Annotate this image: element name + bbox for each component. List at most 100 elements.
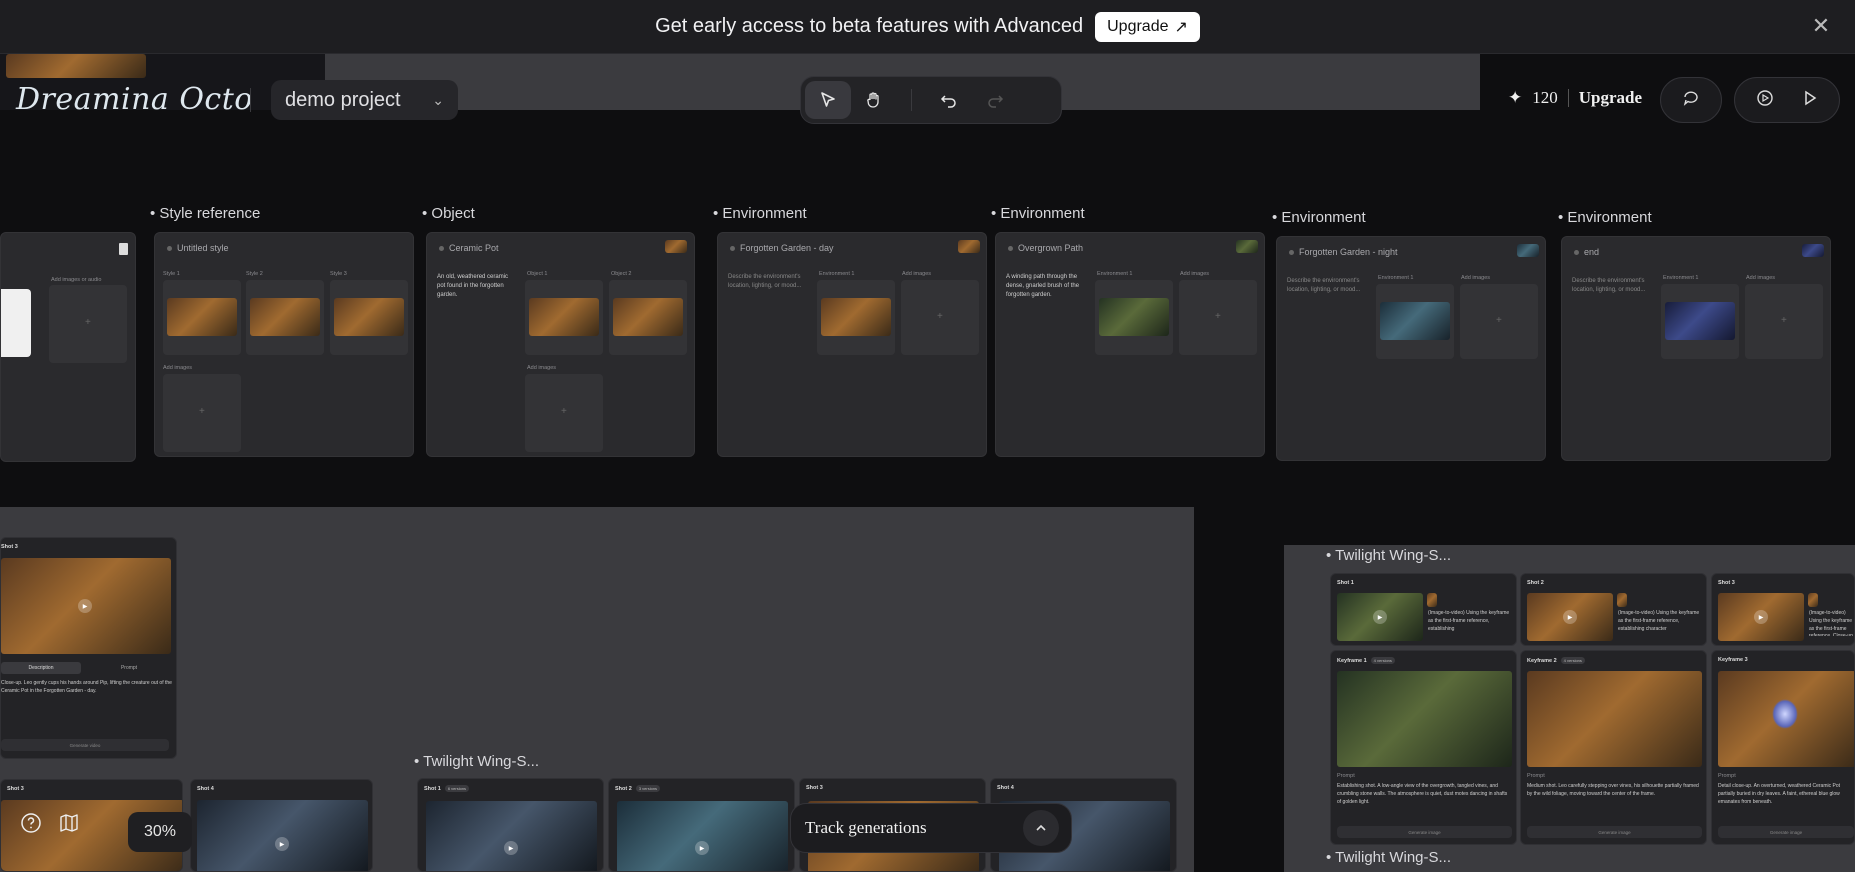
canvas-controls <box>20 812 80 839</box>
keyframe-prompt: Detail close-up. An overturned, weathere… <box>1718 783 1841 805</box>
pot-glow <box>1772 699 1798 729</box>
hand-pan-icon[interactable] <box>851 81 897 119</box>
section-label-env3: • Environment <box>1272 209 1366 226</box>
style-slot[interactable] <box>246 280 324 355</box>
slot-label: Environment 1 <box>819 271 855 277</box>
object-slot[interactable] <box>609 280 687 355</box>
plus-icon: + <box>937 311 943 322</box>
environment-slot[interactable] <box>1661 284 1739 359</box>
add-images-label: Add images <box>1180 271 1210 277</box>
export-icon[interactable] <box>1756 89 1774 112</box>
style-reference-card[interactable]: Untitled style Style 1 Style 2 Style 3 A… <box>154 232 414 457</box>
toolbar-divider <box>911 89 912 111</box>
keyframe-card[interactable]: Keyframe 24 versions Prompt Medium shot.… <box>1520 650 1707 845</box>
card-thumbnail <box>1802 244 1824 257</box>
sequence-shot-card[interactable]: Shot 3 ▶ (Image-to-video) Using the keyf… <box>1711 573 1855 646</box>
shot-title: Shot 4 <box>197 786 214 792</box>
banner-upgrade-button[interactable]: Upgrade ↗ <box>1095 11 1200 42</box>
track-generations-panel[interactable]: Track generations <box>790 803 1072 853</box>
credit-count: 120 <box>1532 88 1558 107</box>
card-title: Untitled style <box>167 243 229 253</box>
environment-image <box>821 298 891 336</box>
shot-text: (Image-to-video) Using the keyframe as t… <box>1809 610 1854 636</box>
slot-label: Object 2 <box>611 271 632 277</box>
app-logo[interactable]: Dreamina Octo <box>16 82 253 117</box>
environment-image <box>1099 298 1169 336</box>
select-pointer-icon[interactable] <box>805 81 851 119</box>
generate-video-button[interactable]: Generate video <box>1 739 169 751</box>
shot-detail-panel[interactable]: Shot 3 ▶ Description Prompt Close-up. Le… <box>0 537 177 759</box>
tab-description[interactable]: Description <box>1 662 81 674</box>
map-icon[interactable] <box>58 812 80 839</box>
object-image <box>529 298 599 336</box>
keyframe-prompt: Establishing shot. A low-angle view of t… <box>1337 783 1508 805</box>
generate-image-button[interactable]: Generate image <box>1527 826 1702 838</box>
header-upgrade-button[interactable]: Upgrade <box>1579 88 1642 108</box>
chevron-up-icon[interactable] <box>1023 810 1059 846</box>
tab-prompt[interactable]: Prompt <box>89 662 169 674</box>
style-slot[interactable] <box>330 280 408 355</box>
environment-card[interactable]: Overgrown Path A winding path through th… <box>995 232 1265 457</box>
play-icon[interactable]: ▶ <box>275 837 289 851</box>
environment-slot[interactable] <box>1095 280 1173 355</box>
redo-icon[interactable] <box>972 81 1018 119</box>
add-images-label: Add images <box>527 365 557 371</box>
zoom-level[interactable]: 30% <box>128 812 192 852</box>
play-icon[interactable]: ▶ <box>695 841 709 855</box>
style-slot[interactable] <box>163 280 241 355</box>
play-icon[interactable] <box>1802 90 1818 111</box>
add-images-label: Add images <box>1461 275 1491 281</box>
environment-slot[interactable] <box>817 280 895 355</box>
close-icon[interactable]: ✕ <box>1809 14 1833 38</box>
object-card[interactable]: Ceramic Pot An old, weathered ceramic po… <box>426 232 695 457</box>
canvas-toolbar <box>800 76 1062 124</box>
card-thumbnail <box>958 240 980 253</box>
keyframe-mini-thumbnail <box>1617 593 1627 607</box>
plus-icon: + <box>1215 311 1221 322</box>
shot-thumbnail <box>426 801 597 871</box>
environment-card[interactable]: end Describe the environment's location,… <box>1561 236 1831 461</box>
play-icon[interactable]: ▶ <box>1563 610 1577 624</box>
play-icon[interactable]: ▶ <box>78 599 92 613</box>
undo-icon[interactable] <box>926 81 972 119</box>
keyframe-title-text: Keyframe 1 <box>1337 657 1367 664</box>
sequence-shot-card[interactable]: Shot 2 ▶ (Image-to-video) Using the keyf… <box>1520 573 1707 646</box>
project-name: demo project <box>285 88 401 111</box>
help-icon[interactable] <box>20 812 42 839</box>
sequence-shot-card[interactable]: Shot 16 versions ▶ <box>417 778 604 872</box>
comment-button[interactable] <box>1660 77 1722 123</box>
plus-icon: + <box>1781 315 1787 326</box>
sequence-shot-card[interactable]: Shot 23 versions ▶ <box>608 778 795 872</box>
keyframe-mini-thumbnail <box>1808 593 1818 607</box>
slot-label: Environment 1 <box>1378 275 1414 281</box>
play-icon[interactable]: ▶ <box>1373 610 1387 624</box>
sequence-shot-card[interactable]: Shot 1 ▶ (Image-to-video) Using the keyf… <box>1330 573 1517 646</box>
comment-icon <box>1682 89 1700 112</box>
plus-icon: + <box>561 406 567 417</box>
style-image <box>167 298 237 336</box>
generate-image-button[interactable]: Generate image <box>1718 826 1854 838</box>
character-card-partial[interactable]: Add images or audio + <box>0 232 136 462</box>
environment-card[interactable]: Forgotten Garden - night Describe the en… <box>1276 236 1546 461</box>
sequence-label-text: Twilight Wing-S... <box>423 753 540 770</box>
object-slot[interactable] <box>525 280 603 355</box>
card-title-text: Ceramic Pot <box>449 243 499 253</box>
generate-image-button[interactable]: Generate image <box>1337 826 1512 838</box>
keyframe-mini-thumbnail <box>1427 593 1437 607</box>
environment-slot[interactable] <box>1376 284 1454 359</box>
section-label-env1: • Environment <box>713 205 807 222</box>
environment-card[interactable]: Forgotten Garden - day Describe the envi… <box>717 232 987 457</box>
keyframe-title-text: Keyframe 3 <box>1718 657 1748 663</box>
card-thumbnail <box>1517 244 1539 257</box>
keyframe-image <box>1527 671 1702 767</box>
keyframe-card[interactable]: Keyframe 3 Prompt Detail close-up. An ov… <box>1711 650 1855 845</box>
project-selector[interactable]: demo project ⌄ <box>271 80 458 120</box>
section-label-text: Environment <box>722 205 807 222</box>
keyframe-card[interactable]: Keyframe 14 versions Prompt Establishing… <box>1330 650 1517 845</box>
add-images-audio-label: Add images or audio <box>51 277 102 283</box>
card-description: Describe the environment's location, lig… <box>1287 278 1361 293</box>
play-icon[interactable]: ▶ <box>504 841 518 855</box>
play-icon[interactable]: ▶ <box>1754 610 1768 624</box>
shot-card[interactable]: Shot 4 ▶ <box>190 779 373 872</box>
version-badge: 3 versions <box>635 785 661 792</box>
